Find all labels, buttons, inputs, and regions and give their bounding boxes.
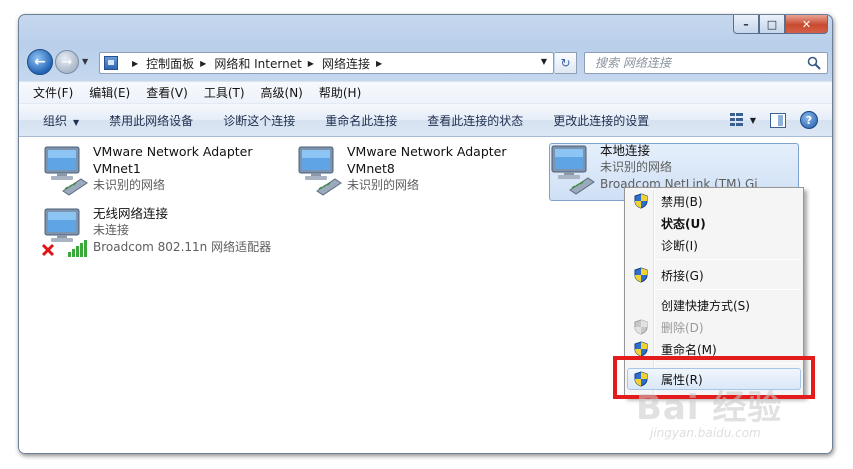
chevron-right-icon[interactable]: ▶ <box>376 59 382 68</box>
network-adapter-icon <box>298 146 342 196</box>
chevron-right-icon[interactable]: ▶ <box>200 59 206 68</box>
command-bar-right: ▼ ? <box>729 111 818 129</box>
address-bar[interactable]: ▶ 控制面板 ▶ 网络和 Internet ▶ 网络连接 ▶ ▼ <box>99 52 554 74</box>
back-button[interactable]: ← <box>27 49 53 75</box>
uac-shield-icon <box>634 267 648 283</box>
refresh-button[interactable]: ↻ <box>555 52 577 74</box>
menu-item-label: 禁用(B) <box>661 194 703 209</box>
menu-tools[interactable]: 工具(T) <box>204 84 245 101</box>
window-controls: – □ ✕ <box>733 15 828 34</box>
connection-device: Broadcom 802.11n 网络适配器 <box>93 240 272 254</box>
forward-button[interactable]: → <box>55 50 79 74</box>
connection-vmnet8[interactable]: VMware Network Adapter VMnet8 未识别的网络 <box>295 143 507 199</box>
menu-bar: 文件(F) 编辑(E) 查看(V) 工具(T) 高级(N) 帮助(H) <box>19 81 832 103</box>
address-history-dropdown[interactable]: ▼ <box>541 57 547 66</box>
red-x-icon <box>41 243 55 257</box>
connection-status: 未识别的网络 <box>347 178 420 192</box>
wireless-adapter-icon <box>41 208 87 257</box>
connection-name: VMware Network Adapter <box>93 144 253 159</box>
breadcrumb-control-panel[interactable]: 控制面板 <box>146 55 194 72</box>
connection-name: 本地连接 <box>600 143 651 158</box>
close-button[interactable]: ✕ <box>785 15 828 34</box>
menu-item-delete: 删除(D) <box>627 316 801 338</box>
connection-wireless[interactable]: 无线网络连接 未连接 Broadcom 802.11n 网络适配器 <box>41 205 271 261</box>
preview-pane-icon[interactable] <box>770 112 786 128</box>
minimize-button[interactable]: – <box>733 15 759 34</box>
network-adapter-icon <box>44 146 88 196</box>
uac-shield-icon <box>634 341 648 357</box>
change-settings-button[interactable]: 更改此连接的设置 <box>553 112 649 129</box>
maximize-button[interactable]: □ <box>759 15 785 34</box>
search-input[interactable] <box>595 56 795 70</box>
connection-text: 无线网络连接 未连接 Broadcom 802.11n 网络适配器 <box>93 205 271 261</box>
disable-device-button[interactable]: 禁用此网络设备 <box>109 112 193 129</box>
organize-label: 组织 <box>43 113 68 128</box>
menu-item-label: 创建快捷方式(S) <box>661 298 750 313</box>
view-status-button[interactable]: 查看此连接的状态 <box>427 112 523 129</box>
breadcrumb-network-internet[interactable]: 网络和 Internet <box>214 55 301 72</box>
menu-item-status[interactable]: 状态(U) <box>627 212 801 234</box>
network-adapter-icon <box>551 145 595 195</box>
connection-name: VMware Network Adapter <box>347 144 507 159</box>
connection-text: VMware Network Adapter VMnet1 未识别的网络 <box>93 143 253 199</box>
highlight-annotation-box <box>613 356 815 399</box>
menu-view[interactable]: 查看(V) <box>146 84 188 101</box>
navigation-row: ← → ▼ ▶ 控制面板 ▶ 网络和 Internet ▶ 网络连接 ▶ ▼ ↻ <box>19 47 832 77</box>
menu-separator <box>655 259 801 260</box>
uac-shield-disabled-icon <box>634 319 648 335</box>
menu-item-label: 删除(D) <box>661 320 704 335</box>
menu-item-label: 诊断(I) <box>661 238 698 253</box>
menu-item-label: 重命名(M) <box>661 342 717 357</box>
menu-item-bridge[interactable]: 桥接(G) <box>627 264 801 286</box>
connection-status: 未连接 <box>93 223 130 237</box>
change-view-icon[interactable] <box>729 113 744 127</box>
menu-item-label: 桥接(G) <box>661 268 704 283</box>
diagnose-button[interactable]: 诊断这个连接 <box>223 112 295 129</box>
menu-advanced[interactable]: 高级(N) <box>261 84 303 101</box>
title-bar[interactable]: – □ ✕ <box>19 15 832 45</box>
connection-status: 未识别的网络 <box>93 178 166 192</box>
view-options-dropdown-icon[interactable]: ▼ <box>750 116 756 125</box>
menu-file[interactable]: 文件(F) <box>33 84 73 101</box>
menu-item-label: 状态(U) <box>661 216 706 231</box>
menu-item-disable[interactable]: 禁用(B) <box>627 190 801 212</box>
connection-device: VMnet1 <box>93 161 141 176</box>
organize-button[interactable]: 组织 ▼ <box>43 112 79 129</box>
connection-name: 无线网络连接 <box>93 206 169 221</box>
help-icon[interactable]: ? <box>800 111 818 129</box>
breadcrumb-network-connections[interactable]: 网络连接 <box>322 55 370 72</box>
chevron-down-icon: ▼ <box>73 117 80 127</box>
connection-text: VMware Network Adapter VMnet8 未识别的网络 <box>347 143 507 199</box>
search-icon[interactable] <box>807 56 821 70</box>
connection-status: 未识别的网络 <box>600 160 673 174</box>
search-box[interactable] <box>584 52 828 74</box>
menu-item-create-shortcut[interactable]: 创建快捷方式(S) <box>627 294 801 316</box>
connection-vmnet1[interactable]: VMware Network Adapter VMnet1 未识别的网络 <box>41 143 253 199</box>
control-panel-icon <box>104 56 118 70</box>
recent-pages-dropdown[interactable]: ▼ <box>82 57 88 66</box>
connection-device: VMnet8 <box>347 161 395 176</box>
menu-edit[interactable]: 编辑(E) <box>89 84 130 101</box>
menu-item-diagnose[interactable]: 诊断(I) <box>627 234 801 256</box>
uac-shield-icon <box>634 193 648 209</box>
menu-separator <box>655 289 801 290</box>
rename-connection-button[interactable]: 重命名此连接 <box>325 112 397 129</box>
chevron-right-icon[interactable]: ▶ <box>132 59 138 68</box>
command-bar: 组织 ▼ 禁用此网络设备 诊断这个连接 重命名此连接 查看此连接的状态 更改此连接… <box>19 103 832 137</box>
chevron-right-icon[interactable]: ▶ <box>308 59 314 68</box>
menu-help[interactable]: 帮助(H) <box>319 84 361 101</box>
